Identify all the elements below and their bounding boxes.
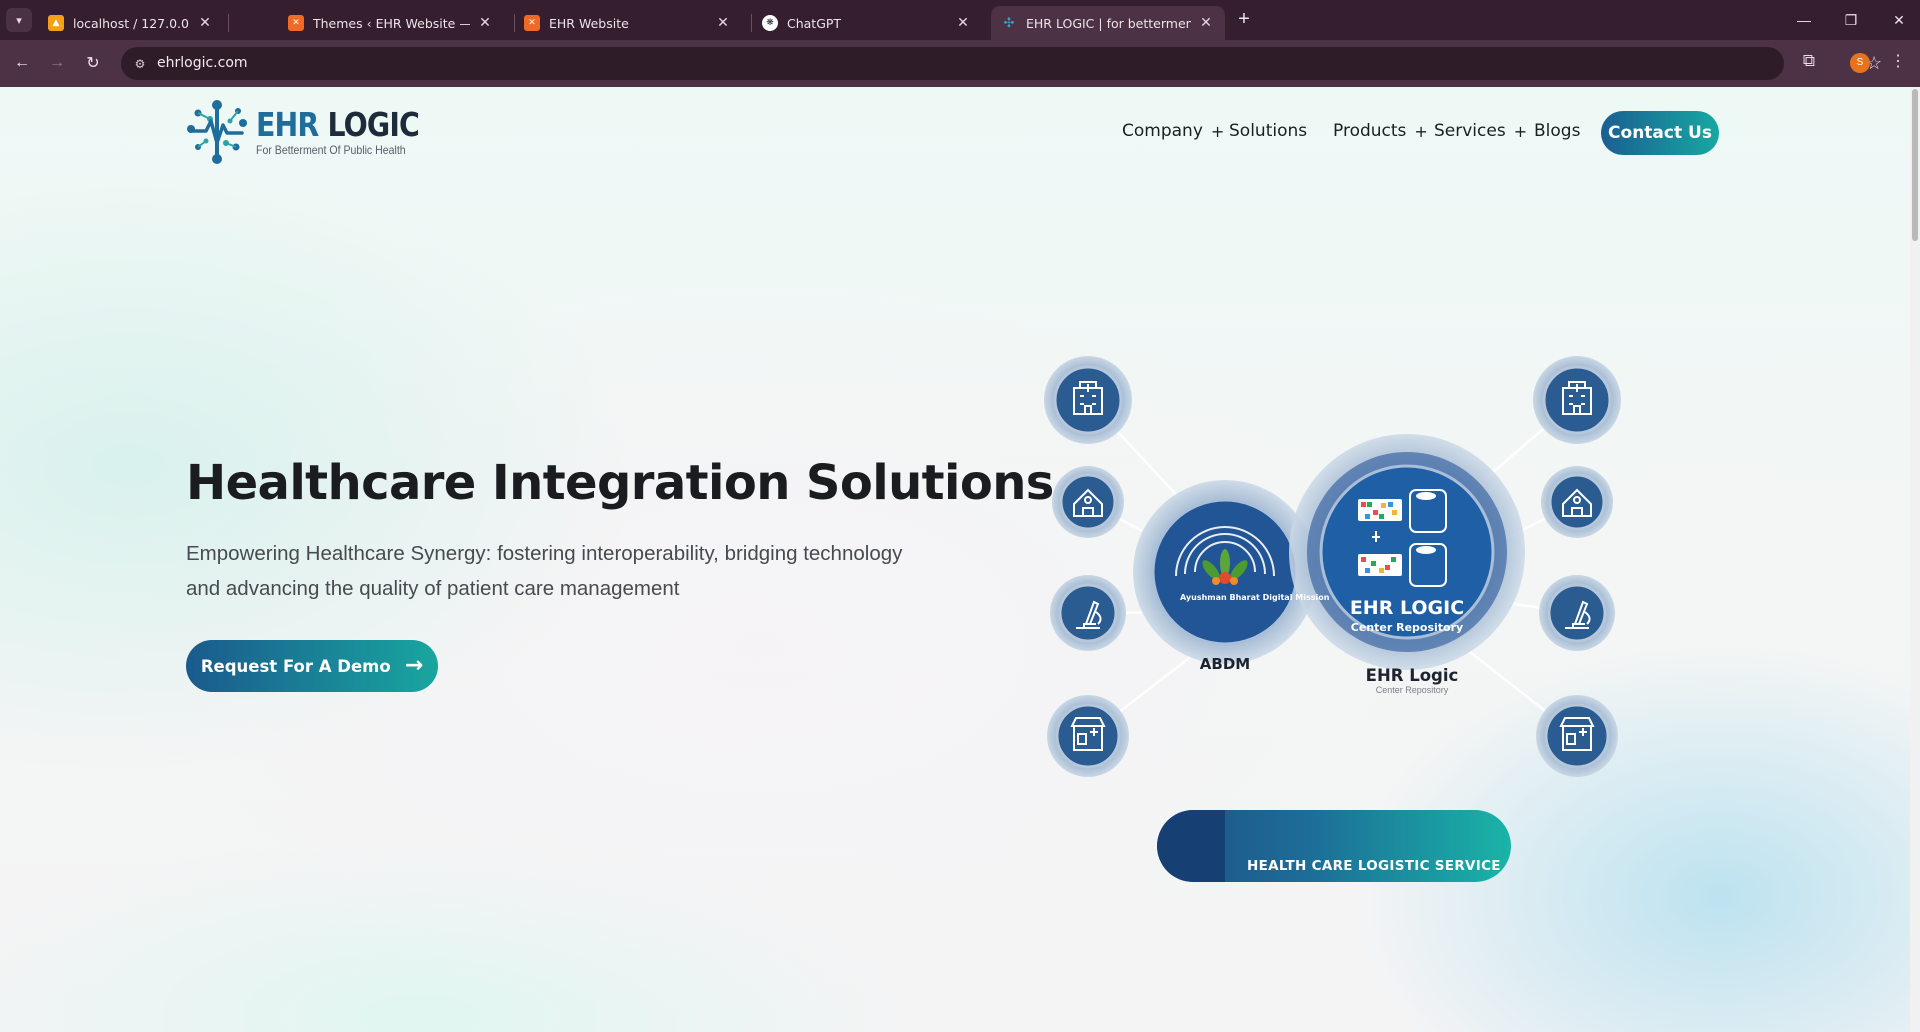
new-tab-button[interactable]: + (1233, 9, 1255, 31)
xampp-icon: ✕ (288, 15, 304, 31)
brand-name: EHR LOGIC (256, 104, 420, 144)
integration-diagram: Ayushman Bharat Digital Mission ABDM EHR… (1040, 332, 1630, 892)
url-text[interactable]: ehrlogic.com (157, 55, 248, 71)
scrollbar-thumb[interactable] (1912, 89, 1918, 241)
close-window-icon[interactable]: ✕ (1884, 8, 1914, 32)
arrow-right-icon: → (404, 653, 424, 678)
page-viewport: EHR LOGIC For Betterment Of Public Healt… (0, 87, 1910, 1032)
browser-tab-themes[interactable]: ✕ Themes ‹ EHR Website — Word ✕ (278, 6, 504, 40)
right-nodes (1533, 356, 1621, 777)
drone-icon (1157, 810, 1225, 882)
browser-tab-chatgpt[interactable]: ❋ ChatGPT ✕ (752, 6, 982, 40)
xampp-icon: ✕ (524, 15, 540, 31)
profile-avatar[interactable]: S (1850, 53, 1870, 73)
ehr-logic-caption-sub: Center Repository (1375, 685, 1449, 695)
tab-close-icon[interactable]: ✕ (714, 14, 732, 32)
tab-title: Themes ‹ EHR Website — Word (313, 15, 470, 31)
nav-blogs-label: Blogs (1534, 121, 1581, 141)
browser-toolbar: ← → ↻ ⚙ ehrlogic.com ☆ ⧉ S ⋮ (0, 40, 1920, 87)
address-bar[interactable]: ⚙ ehrlogic.com ☆ (121, 47, 1882, 80)
phpmyadmin-icon: ▲ (48, 15, 64, 31)
back-arrow-icon[interactable]: ← (9, 50, 35, 76)
nav-products[interactable]: Products + (1333, 121, 1428, 141)
browser-tab-ehr-website[interactable]: ✕ EHR Website ✕ (514, 6, 742, 40)
tab-close-icon[interactable]: ✕ (476, 14, 494, 32)
browser-tabstrip: ▾ ▲ localhost / 127.0.0.1 | phpMyAd ✕ ✕ … (0, 0, 1920, 40)
browser-menu-icon[interactable]: ⋮ (1888, 51, 1908, 75)
nav-company-plus-icon[interactable]: + (1211, 122, 1224, 141)
nav-company-label: Company (1122, 121, 1203, 141)
ehr-logic-caption: EHR Logic (1365, 666, 1459, 685)
hero-title: Healthcare Integration Solutions (186, 455, 1054, 511)
diagram-graphic (1044, 356, 1621, 865)
tab-title: ChatGPT (787, 15, 842, 31)
request-demo-label: Request For A Demo (200, 656, 391, 676)
tab-title: EHR Website (549, 15, 629, 31)
extensions-puzzle-icon[interactable]: ⧉ (1796, 51, 1822, 77)
nav-company[interactable]: Company + (1122, 121, 1224, 141)
page-scrollbar[interactable] (1910, 87, 1920, 1032)
tab-close-icon[interactable]: ✕ (196, 14, 214, 32)
contact-us-button[interactable]: Contact Us (1601, 111, 1719, 155)
site-info-icon[interactable]: ⚙ (129, 53, 151, 75)
nav-products-label: Products (1333, 121, 1407, 141)
nav-solutions-label: Solutions (1229, 121, 1308, 141)
browser-tab-phpmyadmin[interactable]: ▲ localhost / 127.0.0.1 | phpMyAd ✕ (38, 6, 224, 40)
logistic-service-banner: HEALTH CARE LOGISTIC SERVICE (1157, 810, 1511, 882)
minimize-icon[interactable]: — (1789, 8, 1819, 32)
forward-arrow-icon[interactable]: → (44, 50, 70, 76)
abdm-circle-title: Ayushman Bharat Digital Mission (1180, 593, 1330, 602)
reload-icon[interactable]: ↻ (80, 50, 106, 76)
tab-close-icon[interactable]: ✕ (1197, 14, 1215, 32)
nav-products-plus-icon[interactable]: + (1414, 122, 1427, 141)
ehr-logic-icon: ✣ (1003, 15, 1015, 31)
nav-services-plus-icon[interactable]: + (1514, 122, 1527, 141)
chatgpt-icon: ❋ (762, 15, 778, 31)
left-nodes (1044, 356, 1132, 777)
tab-search-chevron-icon[interactable]: ▾ (6, 8, 32, 32)
nav-services-label: Services (1434, 121, 1506, 141)
logistic-service-label: HEALTH CARE LOGISTIC SERVICE (1247, 858, 1501, 874)
tab-title: EHR LOGIC | for betterment of P (1026, 15, 1191, 31)
tab-title: localhost / 127.0.0.1 | phpMyAd (73, 15, 190, 31)
browser-tab-ehr-logic[interactable]: ✣ EHR LOGIC | for betterment of P ✕ (991, 6, 1225, 40)
restore-icon[interactable]: ❐ (1836, 8, 1866, 32)
nav-blogs[interactable]: Blogs (1534, 121, 1580, 141)
request-demo-button[interactable]: Request For A Demo → (186, 640, 438, 692)
nav-services[interactable]: Services + (1434, 121, 1527, 141)
hero-subtitle: Empowering Healthcare Synergy: fostering… (186, 542, 903, 600)
tab-close-icon[interactable]: ✕ (954, 14, 972, 32)
logo-mark-icon (187, 100, 247, 164)
ehr-logic-circle-subtitle: Center Repository (1350, 621, 1464, 634)
abdm-caption: ABDM (1199, 655, 1251, 673)
nav-solutions[interactable]: Solutions (1229, 121, 1307, 141)
ehr-logic-circle-title: EHR LOGIC (1349, 597, 1465, 619)
brand-tagline: For Betterment Of Public Health (256, 142, 406, 157)
site-logo[interactable]: EHR LOGIC For Betterment Of Public Healt… (186, 99, 446, 165)
